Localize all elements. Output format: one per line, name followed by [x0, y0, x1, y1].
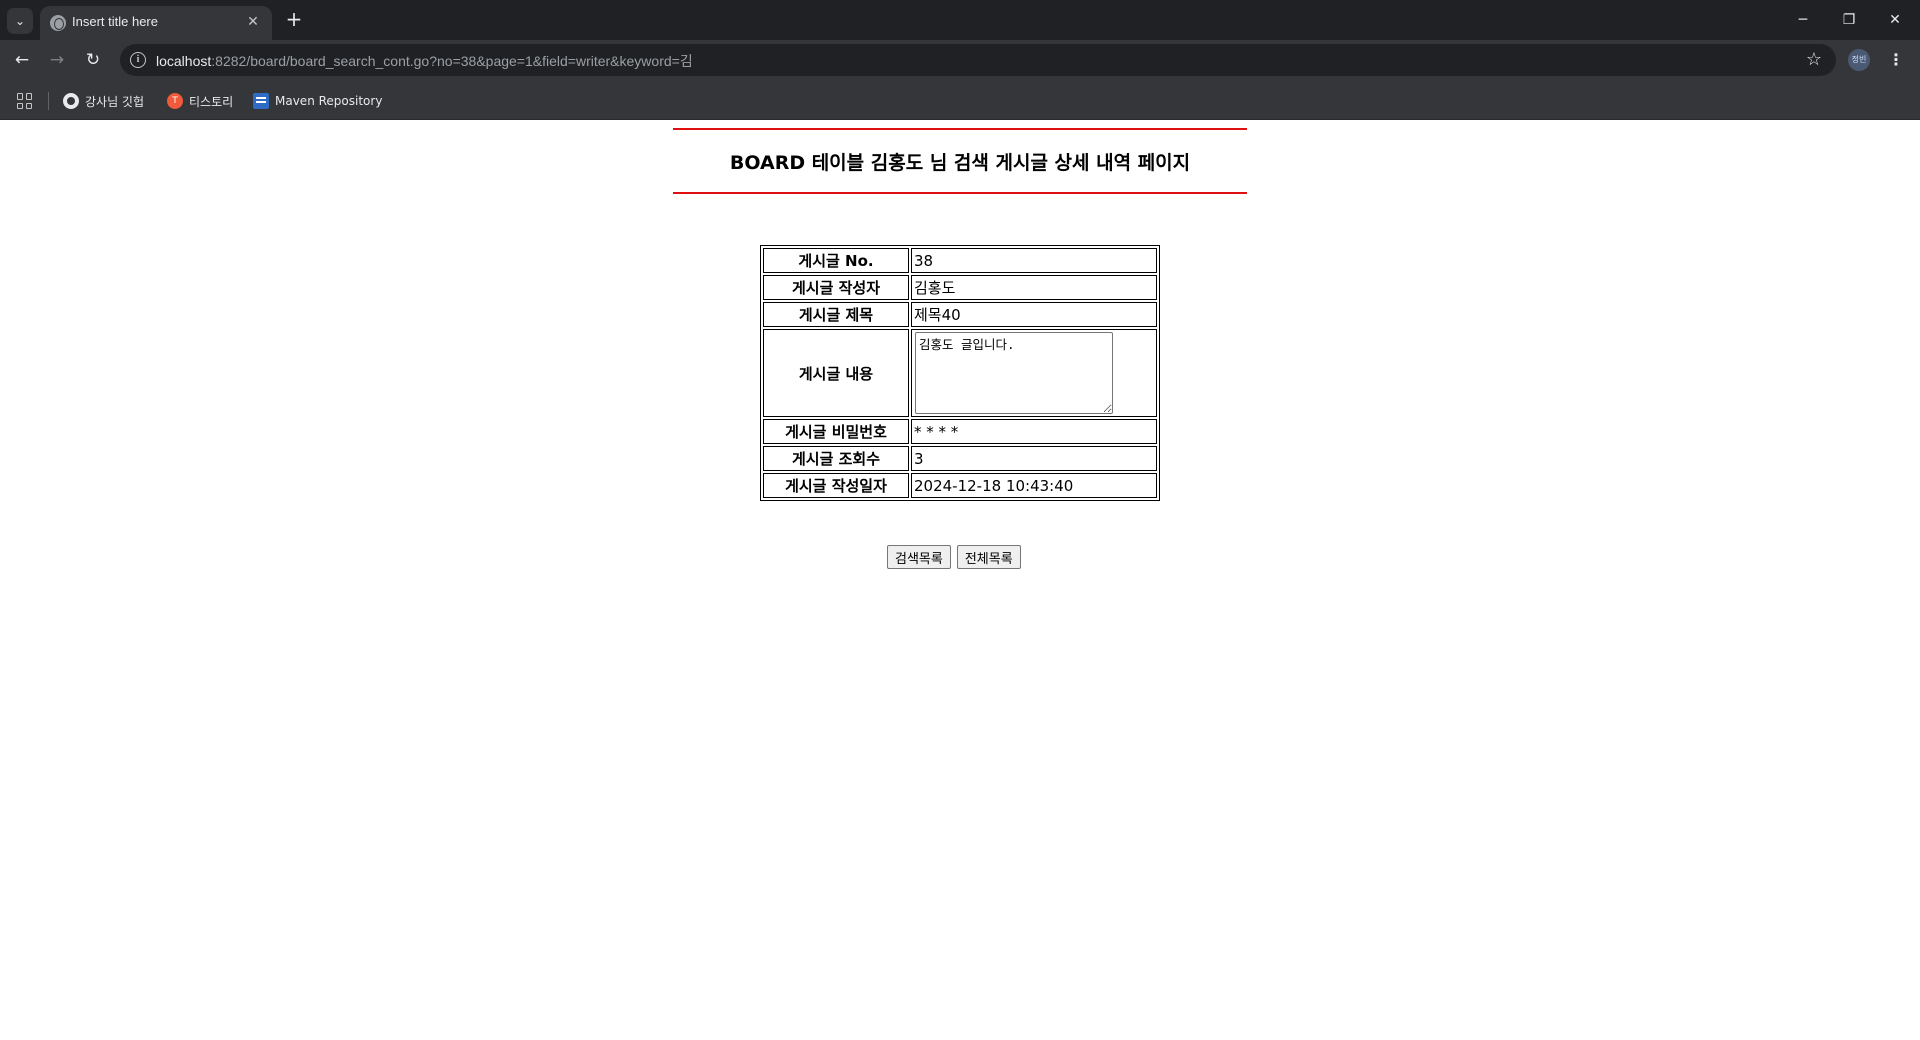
profile-avatar[interactable]: 정빈	[1848, 49, 1870, 71]
minimize-icon[interactable]: ─	[1788, 6, 1818, 34]
board-detail-table: 게시글 No. 38 게시글 작성자 김홍도 게시글 제목 제목40 게시글 내…	[760, 245, 1160, 501]
bookmark-github[interactable]: 강사님 깃헙	[63, 91, 144, 111]
bookmark-label: 강사님 깃헙	[85, 94, 145, 109]
hit-value: 3	[911, 446, 1157, 471]
browser-tab-active[interactable]: Insert title here ✕	[40, 6, 272, 40]
content-label: 게시글 내용	[763, 329, 909, 417]
table-row-writer: 게시글 작성자 김홍도	[763, 275, 1157, 300]
close-tab-icon[interactable]: ✕	[244, 13, 262, 31]
title-label: 게시글 제목	[763, 302, 909, 327]
maven-icon	[253, 93, 269, 109]
tab-strip: ⌄ Insert title here ✕ + ─ ❐ ✕	[0, 0, 1920, 40]
page-heading-box: BOARD 테이블 김홍도 님 검색 게시글 상세 내역 페이지	[673, 128, 1247, 194]
new-tab-plus-icon[interactable]: +	[282, 8, 306, 32]
table-row-title: 게시글 제목 제목40	[763, 302, 1157, 327]
action-buttons: 검색목록 전체목록	[887, 545, 1021, 569]
table-row-no: 게시글 No. 38	[763, 248, 1157, 273]
globe-icon	[50, 15, 66, 31]
bookmarks-bar: 강사님 깃헙 T 티스토리 Maven Repository	[0, 80, 1920, 120]
writer-value: 김홍도	[911, 275, 1157, 300]
no-value: 38	[911, 248, 1157, 273]
url-path: :8282/board/board_search_cont.go?no=38&p…	[211, 53, 693, 69]
table-row-content: 게시글 내용 김홍도 글입니다.	[763, 329, 1157, 417]
page-title: BOARD 테이블 김홍도 님 검색 게시글 상세 내역 페이지	[729, 151, 1191, 174]
tab-title: Insert title here	[72, 14, 158, 29]
table-row-hit: 게시글 조회수 3	[763, 446, 1157, 471]
date-label: 게시글 작성일자	[763, 473, 909, 498]
title-value: 제목40	[911, 302, 1157, 327]
date-value: 2024-12-18 10:43:40	[911, 473, 1157, 498]
bookmark-label: Maven Repository	[275, 94, 383, 108]
content-textarea[interactable]: 김홍도 글입니다.	[915, 332, 1113, 414]
site-info-icon[interactable]: i	[130, 52, 146, 68]
bookmarks-divider	[48, 92, 49, 110]
content-cell: 김홍도 글입니다.	[911, 329, 1157, 417]
browser-toolbar: ← → ↻ i localhost:8282/board/board_searc…	[0, 40, 1920, 80]
apps-grid-icon[interactable]	[17, 93, 33, 109]
restore-icon[interactable]: ❐	[1834, 6, 1864, 34]
table-row-password: 게시글 비밀번호 * * * *	[763, 419, 1157, 444]
bookmark-tistory[interactable]: T 티스토리	[167, 91, 233, 111]
password-value: * * * *	[911, 419, 1157, 444]
tistory-icon: T	[167, 93, 183, 109]
github-icon	[63, 93, 79, 109]
reload-icon[interactable]: ↻	[81, 48, 105, 72]
forward-arrow-icon[interactable]: →	[45, 48, 69, 72]
no-label: 게시글 No.	[763, 248, 909, 273]
hit-label: 게시글 조회수	[763, 446, 909, 471]
bookmark-label: 티스토리	[189, 94, 234, 109]
back-arrow-icon[interactable]: ←	[10, 48, 34, 72]
more-menu-icon[interactable]: ⋮	[1886, 48, 1906, 72]
bookmark-maven[interactable]: Maven Repository	[253, 91, 382, 111]
tab-search-chevron-icon[interactable]: ⌄	[7, 8, 33, 34]
url-text[interactable]: localhost:8282/board/board_search_cont.g…	[156, 51, 693, 71]
window-close-icon[interactable]: ✕	[1880, 6, 1910, 34]
page-content: BOARD 테이블 김홍도 님 검색 게시글 상세 내역 페이지 게시글 No.…	[0, 120, 1920, 1040]
table-row-date: 게시글 작성일자 2024-12-18 10:43:40	[763, 473, 1157, 498]
all-list-button[interactable]: 전체목록	[956, 545, 1021, 569]
password-label: 게시글 비밀번호	[763, 419, 909, 444]
search-list-button[interactable]: 검색목록	[887, 545, 951, 569]
bookmark-star-icon[interactable]: ☆	[1806, 49, 1822, 70]
address-bar[interactable]: i localhost:8282/board/board_search_cont…	[120, 44, 1836, 76]
writer-label: 게시글 작성자	[763, 275, 909, 300]
url-host: localhost	[156, 53, 212, 69]
